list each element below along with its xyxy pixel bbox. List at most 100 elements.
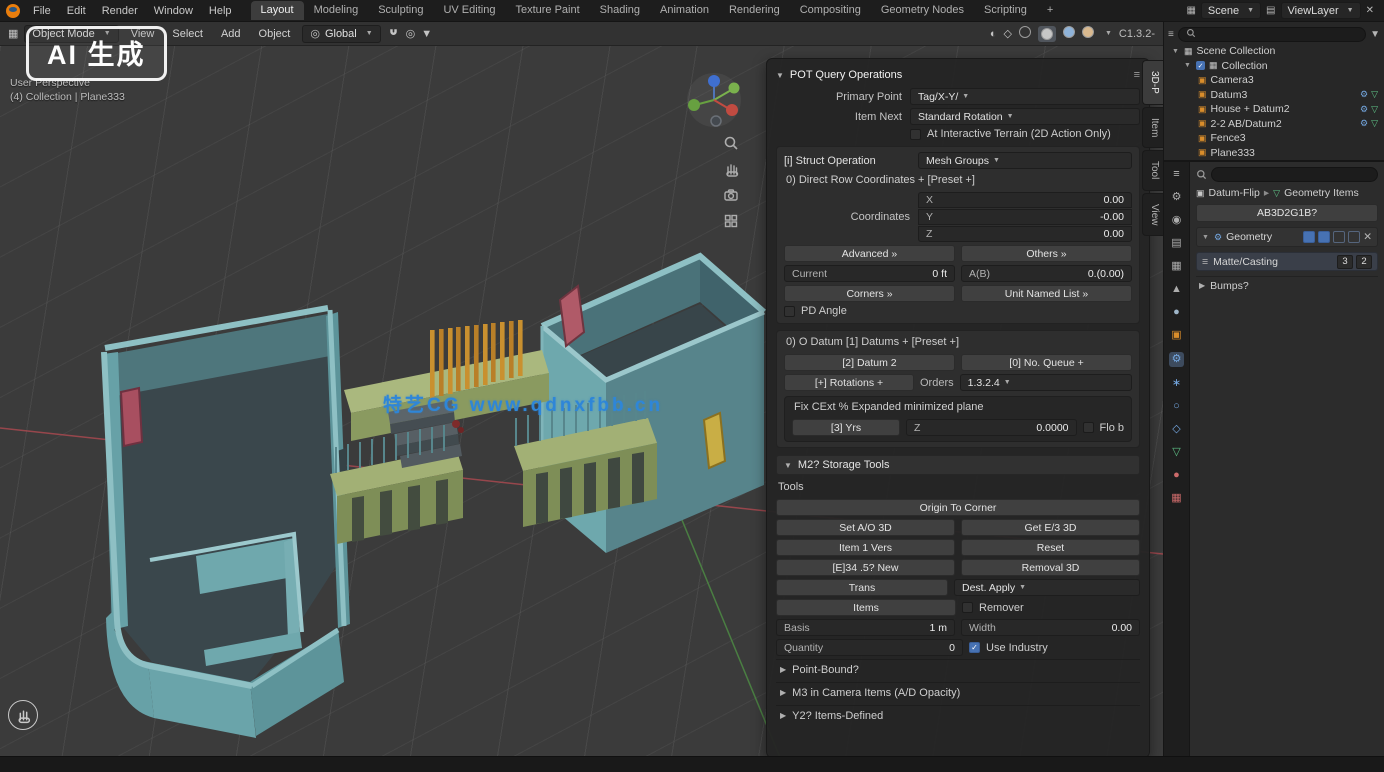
current-field[interactable]: Current0 ft — [784, 265, 955, 282]
tab-animation[interactable]: Animation — [650, 1, 719, 20]
outliner-row-collection[interactable]: ▼✓ ▦ Collection — [1168, 59, 1380, 74]
menu-window[interactable]: Window — [147, 3, 200, 19]
tab-layout[interactable]: Layout — [251, 1, 304, 20]
object-data-tab-icon[interactable]: ▽ — [1172, 446, 1180, 459]
shading-solid-button[interactable] — [1038, 26, 1056, 42]
proportional-edit-icon[interactable]: ◎ — [406, 27, 416, 40]
rotations-button[interactable]: [+] Rotations + — [784, 374, 914, 391]
outliner-search-input[interactable] — [1178, 27, 1366, 42]
tab-uv-editing[interactable]: UV Editing — [433, 1, 505, 20]
transform-orientation-dropdown[interactable]: ◎ Global▼ — [302, 25, 380, 43]
tab-texture-paint[interactable]: Texture Paint — [505, 1, 589, 20]
no-queue-button[interactable]: [0] No. Queue + — [961, 354, 1132, 371]
tab-rendering[interactable]: Rendering — [719, 1, 790, 20]
use-industry-checkbox[interactable]: ✓ — [969, 642, 980, 653]
tab-sculpting[interactable]: Sculpting — [368, 1, 433, 20]
menu-select[interactable]: Select — [166, 26, 209, 42]
panel-menu-icon[interactable]: ≡ — [1134, 69, 1140, 81]
view-layer-tab-icon[interactable]: ▦ — [1171, 260, 1181, 273]
tab-shading[interactable]: Shading — [590, 1, 650, 20]
matte-value-1[interactable]: 3 — [1337, 255, 1353, 269]
modifier-realtime-toggle-icon[interactable] — [1318, 231, 1330, 243]
advanced-button[interactable]: Advanced » — [784, 245, 955, 262]
3d-viewport[interactable]: User Perspective (4) Collection | Plane3… — [0, 46, 1163, 756]
world-tab-icon[interactable]: ● — [1173, 306, 1180, 319]
item-vers-button[interactable]: Item 1 Vers — [776, 539, 955, 556]
properties-editor-icon[interactable]: ≡ — [1173, 168, 1179, 181]
width-field[interactable]: Width0.00 — [961, 619, 1140, 636]
remover-checkbox[interactable] — [962, 602, 973, 613]
flo-checkbox[interactable] — [1083, 422, 1094, 433]
shading-rendered-button[interactable] — [1082, 26, 1094, 41]
material-tab-icon[interactable]: ● — [1173, 469, 1180, 482]
annotation-hand-button[interactable] — [8, 700, 38, 730]
tab-modeling[interactable]: Modeling — [304, 1, 369, 20]
output-tab-icon[interactable]: ▤ — [1171, 237, 1181, 250]
camera-items-section[interactable]: ▶M3 in Camera Items (A/D Opacity) — [776, 682, 1140, 702]
tab-compositing[interactable]: Compositing — [790, 1, 871, 20]
outliner-row-object[interactable]: ▣ Plane333 — [1168, 146, 1380, 161]
navigation-gizmo[interactable] — [686, 72, 742, 128]
ab-field[interactable]: A(B)0.(0.00) — [961, 265, 1132, 282]
snapping-dropdown-icon[interactable]: ▼ — [421, 28, 432, 40]
items-defined-section[interactable]: ▶Y2? Items-Defined — [776, 705, 1140, 725]
gizmo-z-neg-axis[interactable] — [711, 116, 721, 126]
basis-field[interactable]: Basis1 m — [776, 619, 955, 636]
bumps-section[interactable]: ▶Bumps? — [1196, 276, 1378, 294]
origin-to-corner-button[interactable]: Origin To Corner — [776, 499, 1140, 516]
menu-object[interactable]: Object — [253, 26, 297, 42]
zoom-icon[interactable] — [722, 134, 740, 152]
orders-dropdown[interactable]: 1.3.2.4▼ — [960, 374, 1132, 391]
interactive-terrain-checkbox[interactable] — [910, 129, 921, 140]
primary-point-dropdown[interactable]: Tag/X-Y/▼ — [910, 88, 1140, 105]
sidebar-tab-view[interactable]: View — [1142, 193, 1163, 237]
editor-type-icon[interactable]: ▦ — [8, 27, 18, 40]
tab-scripting[interactable]: Scripting — [974, 1, 1037, 20]
constraints-tab-icon[interactable]: ◇ — [1172, 423, 1180, 436]
outliner-row-object[interactable]: ▣ Datum3 ⚙▽ — [1168, 88, 1380, 103]
gizmo-y-neg-axis[interactable] — [729, 83, 740, 94]
modifier-cage-toggle-icon[interactable] — [1348, 231, 1360, 243]
coord-z-field[interactable]: Z0.00 — [918, 226, 1132, 242]
menu-file[interactable]: File — [26, 3, 58, 19]
others-button[interactable]: Others » — [961, 245, 1132, 262]
outliner-row-object[interactable]: ▣ 2-2 AB/Datum2 ⚙▽ — [1168, 117, 1380, 132]
texture-tab-icon[interactable]: ▦ — [1171, 492, 1181, 505]
unit-named-list-button[interactable]: Unit Named List » — [961, 285, 1132, 302]
reset-button[interactable]: Reset — [961, 539, 1140, 556]
breadcrumb-data[interactable]: Geometry Items — [1284, 187, 1359, 199]
outliner-row-object[interactable]: ▣ Fence3 — [1168, 131, 1380, 146]
snap-magnet-icon[interactable] — [387, 26, 400, 42]
get-e3-button[interactable]: Get E/3 3D — [961, 519, 1140, 536]
item-next-dropdown[interactable]: Standard Rotation▼ — [910, 108, 1140, 125]
quantity-field[interactable]: Quantity0 — [776, 639, 963, 656]
app-logo-icon[interactable] — [6, 4, 20, 18]
grid-toggle-icon[interactable] — [722, 212, 740, 230]
collection-checkbox[interactable]: ✓ — [1196, 61, 1205, 70]
properties-search-input[interactable] — [1211, 167, 1378, 182]
datum-button[interactable]: [2] Datum 2 — [784, 354, 955, 371]
trans-button[interactable]: Trans — [776, 579, 948, 596]
small-figure-mesh[interactable] — [452, 420, 460, 428]
sidebar-tab-item[interactable]: Item — [1142, 107, 1163, 148]
removal-3d-button[interactable]: Removal 3D — [961, 559, 1140, 576]
tab-add-workspace[interactable]: + — [1037, 1, 1063, 20]
left-house-mesh[interactable] — [103, 308, 350, 738]
outliner-row-object[interactable]: ▣ House + Datum2 ⚙▽ — [1168, 102, 1380, 117]
menu-render[interactable]: Render — [95, 3, 145, 19]
yrs-button[interactable]: [3] Yrs — [792, 419, 900, 436]
scene-tab-icon[interactable]: ▲ — [1171, 283, 1182, 296]
view-layer-close-icon[interactable]: ✕ — [1366, 5, 1374, 16]
items-button[interactable]: Items — [776, 599, 956, 616]
shading-material-button[interactable] — [1063, 26, 1075, 41]
corners-button[interactable]: Corners » — [784, 285, 955, 302]
scene-selector[interactable]: Scene▼ — [1201, 2, 1261, 19]
pan-hand-icon[interactable] — [722, 160, 740, 178]
tab-geometry-nodes[interactable]: Geometry Nodes — [871, 1, 974, 20]
outliner-row-object[interactable]: ▣ Camera3 — [1168, 73, 1380, 88]
mesh-groups-dropdown[interactable]: Mesh Groups▼ — [918, 152, 1132, 169]
view-layer-selector[interactable]: ViewLayer▼ — [1281, 2, 1361, 19]
sidebar-tab-addon[interactable]: 3D-P — [1142, 60, 1163, 105]
gizmos-icon[interactable]: ◇ — [1004, 27, 1012, 40]
pd-angle-checkbox[interactable] — [784, 306, 795, 317]
